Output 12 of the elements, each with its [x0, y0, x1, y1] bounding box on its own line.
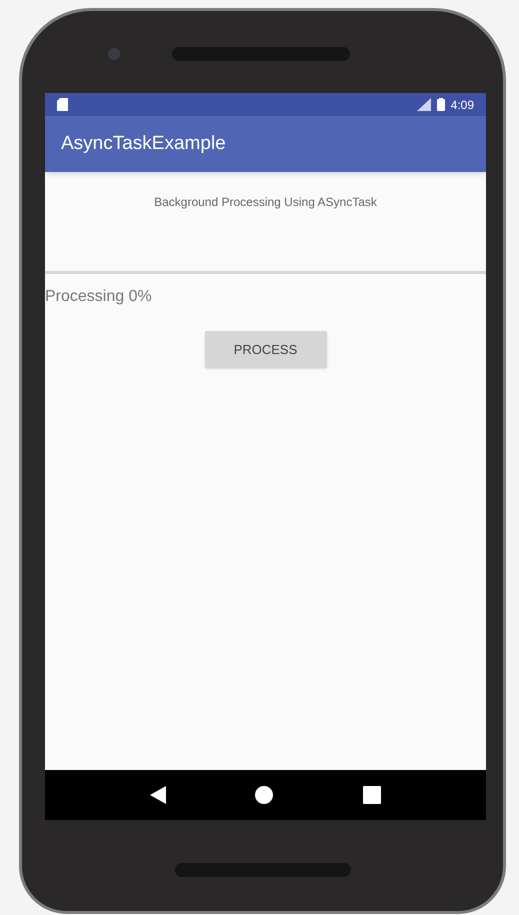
signal-icon: [416, 98, 431, 111]
app-title: AsyncTaskExample: [61, 132, 226, 156]
home-icon[interactable]: [255, 786, 274, 804]
back-icon[interactable]: [150, 786, 166, 804]
process-button[interactable]: PROCESS: [204, 331, 326, 368]
status-time: 4:09: [450, 96, 474, 114]
progress-label: Processing 0%: [45, 287, 152, 307]
heading-text: Background Processing Using ASyncTask: [154, 194, 377, 209]
recents-icon[interactable]: [363, 786, 382, 804]
camera-icon: [108, 48, 120, 60]
sd-card-icon: [57, 98, 68, 111]
battery-icon: [436, 98, 445, 111]
